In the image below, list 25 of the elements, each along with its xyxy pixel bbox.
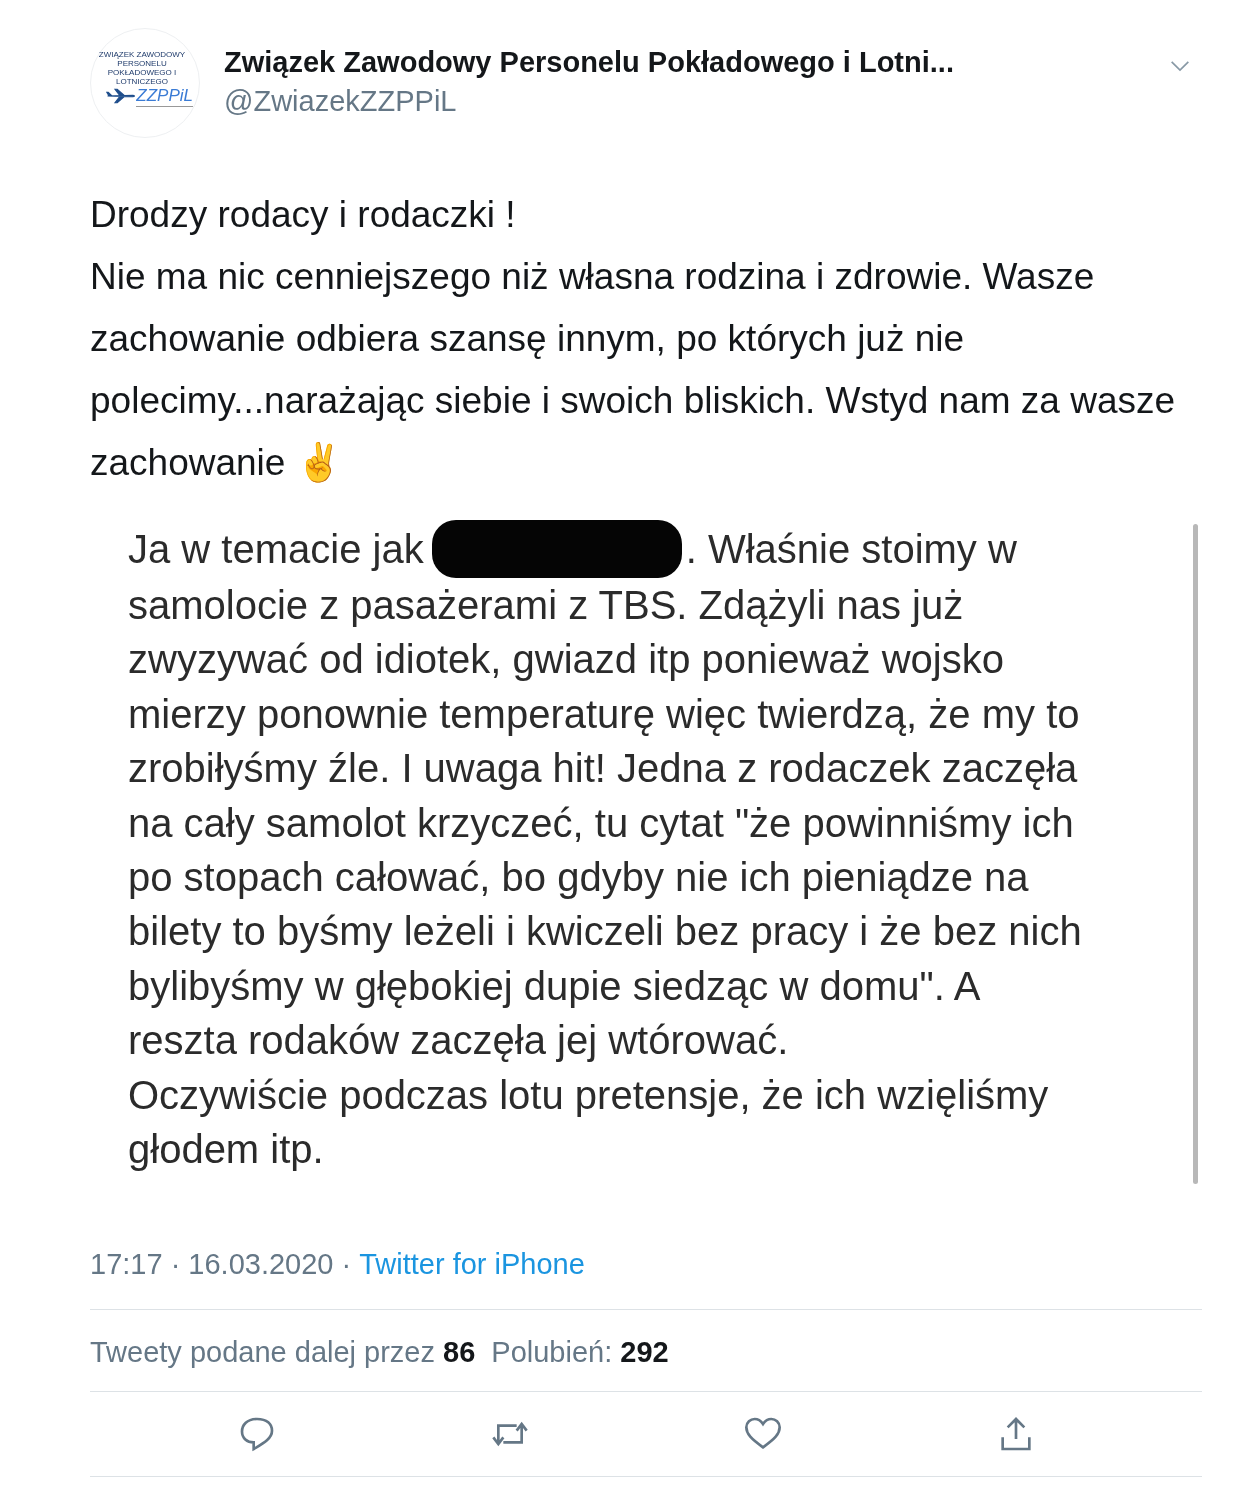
- chevron-down-icon[interactable]: [1170, 60, 1190, 72]
- screenshot-text: zrobiłyśmy źle. I uwaga hit! Jedna z rodaczek zaczęła: [128, 745, 1079, 793]
- screenshot-text: . Właśnie stoimy w: [685, 525, 1017, 573]
- author-name[interactable]: Związek Zawodowy Personelu Pokładowego i Lotni...: [224, 46, 954, 79]
- screenshot-text: głodem itp.: [128, 1126, 325, 1174]
- plane-icon: [106, 88, 137, 104]
- stat-text[interactable]: Polubień: 292: [491, 1336, 669, 1369]
- screenshot-text: mierzy ponownie temperaturę więc twierdzą, że my to: [128, 690, 1081, 738]
- logo-text: POKŁADOWEGO I LOTNICZEGO: [106, 67, 178, 86]
- logo-text: ZZPPiL: [136, 85, 193, 107]
- tweet-text: Nie ma nic cenniejszego niż własna rodzina i zdrowie. Wasze zachowanie odbiera szansę innym, po których już nie polecimy...narażając siebie i swoich bliskich. Wstyd nam za wasze zachowanie ✌: [90, 255, 1177, 485]
- screenshot-text: samolocie z pasażerami z TBS. Zdążyli nas już: [128, 582, 965, 629]
- tweet-text: Drodzy rodacy i rodaczki !: [90, 193, 517, 237]
- logo-text: ZWIĄZEK ZAWODOWY PERSONELU: [97, 49, 187, 68]
- screenshot-text: reszta rodaków zaczęła jej wtórować.: [128, 1017, 790, 1065]
- screenshot-text: Ja w temacie jak: [128, 525, 424, 573]
- screenshot-text: na cały samolot krzyczeć, tu cytat "że powinniśmy ich: [128, 799, 1075, 847]
- screenshot-text: Oczywiście podczas lotu pretensje, że ich wzięliśmy: [128, 1071, 1050, 1119]
- author-handle[interactable]: @ZwiazekZZPPiL: [224, 85, 954, 118]
- tweet-timestamp: 17:17 · 16.03.2020 ·: [90, 1248, 352, 1280]
- screenshot-text: zwyzywać od idiotek, gwiazd itp ponieważ wojsko: [128, 636, 1005, 684]
- screenshot-text: bilety to byśmy leżeli i kwiczeli bez pracy i że bez nich: [128, 908, 1082, 956]
- screenshot-text: po stopach całować, bo gdyby nie ich pieniądze na: [128, 854, 1030, 902]
- stat-text[interactable]: Tweety podane dalej przez 86: [90, 1336, 476, 1369]
- screenshot-text: bylibyśmy w głębokiej dupie siedząc w domu". A: [128, 962, 982, 1010]
